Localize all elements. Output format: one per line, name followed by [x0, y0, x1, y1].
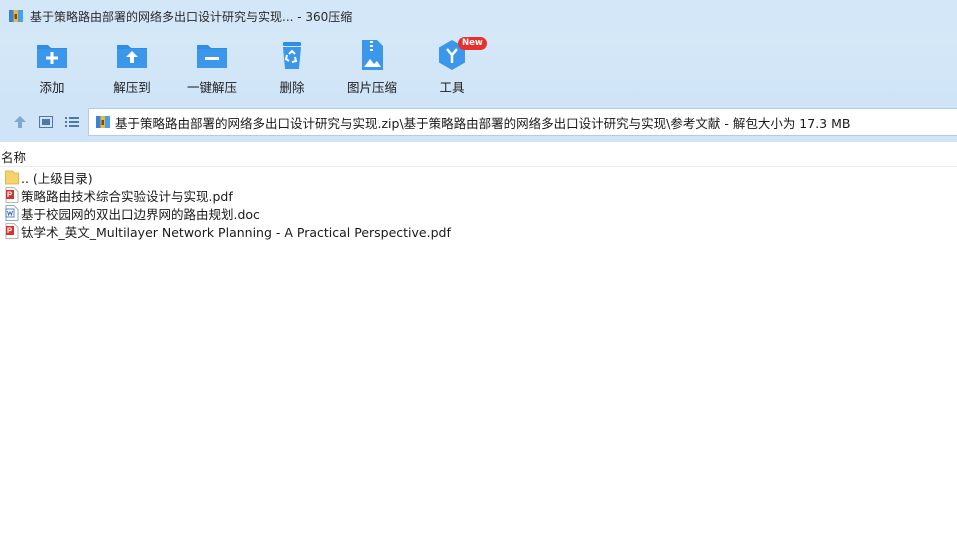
recycle-bin-icon: [283, 42, 301, 69]
list-view-icon: [65, 117, 79, 127]
thumbnail-view-icon: [39, 116, 53, 128]
image-compress-icon: [362, 40, 383, 70]
address-path: 基于策略路由部署的网络多出口设计研究与实现.zip\基于策略路由部署的网络多出口…: [115, 115, 851, 131]
window-title: 基于策略路由部署的网络多出口设计研究与实现... - 360压缩: [30, 9, 353, 24]
address-bar[interactable]: 基于策略路由部署的网络多出口设计研究与实现.zip\基于策略路由部署的网络多出口…: [88, 108, 957, 136]
list-item[interactable]: 策略路由技术综合实验设计与实现.pdf: [0, 186, 957, 204]
add-folder-icon: [37, 45, 67, 68]
title-bar[interactable]: 基于策略路由部署的网络多出口设计研究与实现... - 360压缩: [0, 0, 957, 32]
delete-button[interactable]: 删除: [256, 38, 328, 98]
list-item[interactable]: 基于校园网的双出口边界网的路由规划.doc: [0, 204, 957, 222]
parent-folder-icon: [5, 170, 19, 185]
delete-button-label: 删除: [279, 80, 305, 95]
extract-to-folder-icon: [117, 45, 147, 68]
column-name-header[interactable]: 名称: [1, 147, 26, 166]
extract-to-button-label: 解压到: [113, 80, 151, 95]
one-click-extract-button-label: 一键解压: [186, 80, 237, 95]
image-compress-button[interactable]: 图片压缩: [336, 38, 408, 98]
extract-to-button[interactable]: 解压到: [96, 38, 168, 98]
file-name: 策略路由技术综合实验设计与实现.pdf: [21, 188, 233, 204]
thumbnail-view-button[interactable]: [37, 113, 55, 131]
tools-button-label: 工具: [439, 80, 465, 95]
app-window: 基于策略路由部署的网络多出口设计研究与实现... - 360压缩 添加 解压到: [0, 0, 957, 546]
list-view-button[interactable]: [63, 113, 81, 131]
list-item[interactable]: 钛学术_英文_Multilayer Network Planning - A P…: [0, 222, 957, 240]
one-click-extract-icon: [197, 45, 227, 68]
tools-button[interactable]: New 工具: [416, 37, 488, 98]
file-name: 基于校园网的双出口边界网的路由规划.doc: [21, 206, 260, 222]
arrow-up-icon: [14, 116, 26, 128]
doc-file-icon: [5, 205, 19, 221]
new-badge: New: [458, 37, 487, 50]
archive-file-icon: [96, 116, 110, 128]
pdf-file-icon: [5, 187, 19, 203]
file-name: 钛学术_英文_Multilayer Network Planning - A P…: [21, 224, 451, 240]
add-button-label: 添加: [39, 80, 65, 95]
file-name: .. (上级目录): [21, 170, 93, 186]
app-archive-icon: [9, 10, 23, 22]
image-compress-button-label: 图片压缩: [346, 80, 397, 95]
add-button[interactable]: 添加: [16, 38, 88, 98]
list-column-header: 名称: [0, 143, 957, 167]
file-list: .. (上级目录) 策略路由技术综合实验设计与实现.pdf 基于校园网的双出口边…: [0, 168, 957, 240]
list-item-parent-directory[interactable]: .. (上级目录): [0, 168, 957, 186]
one-click-extract-button[interactable]: 一键解压: [176, 38, 248, 98]
up-level-button[interactable]: [11, 113, 29, 131]
toolbar: 添加 解压到 一键解压 删除 图片压缩 New 工具: [0, 32, 957, 102]
navigation-bar: 基于策略路由部署的网络多出口设计研究与实现.zip\基于策略路由部署的网络多出口…: [0, 102, 957, 142]
pdf-file-icon: [5, 223, 19, 239]
